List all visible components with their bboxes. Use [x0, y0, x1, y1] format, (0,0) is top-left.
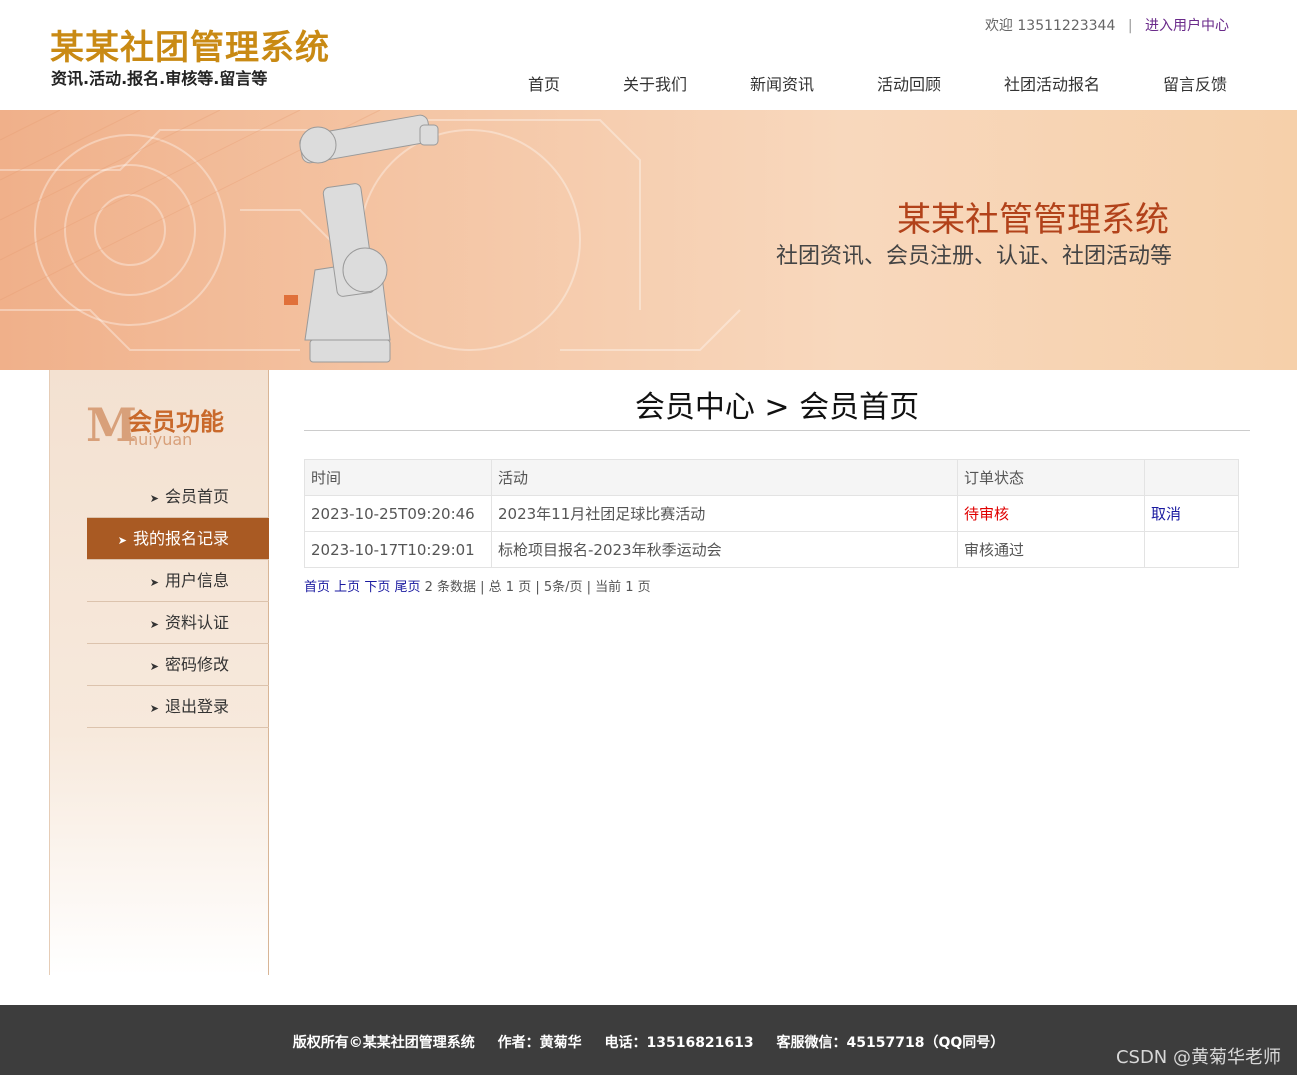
cell-time: 2023-10-17T10:29:01: [304, 531, 492, 568]
column-header-activity: 活动: [491, 459, 958, 496]
banner-subtitle: 社团资讯、会员注册、认证、社团活动等: [775, 244, 1172, 269]
cell-activity: 标枪项目报名-2023年秋季运动会: [491, 531, 958, 568]
table-row: 2023-10-25T09:20:46 2023年11月社团足球比赛活动 待审核…: [304, 495, 1239, 532]
footer-author: 作者：黄菊华: [497, 1035, 582, 1051]
sidebar-item-verification[interactable]: ➤ 资料认证: [87, 602, 269, 644]
table-row: 2023-10-17T10:29:01 标枪项目报名-2023年秋季运动会 审核…: [304, 531, 1239, 568]
sidebar-item-label: 用户信息: [164, 571, 229, 590]
nav-item-feedback[interactable]: 留言反馈: [1163, 71, 1227, 95]
site-logo-title[interactable]: 某某社团管理系统: [50, 20, 330, 69]
cell-action: [1144, 531, 1239, 568]
chevron-right-icon: ➤: [149, 660, 159, 673]
hero-banner: 某某社管管理系统 社团资讯、会员注册、认证、社团活动等: [0, 110, 1297, 370]
footer-info: 版权所有©某某社团管理系统 作者：黄菊华 电话：13516821613 客服微信…: [0, 1032, 1297, 1052]
site-header: 某某社团管理系统 资讯.活动.报名.审核等.留言等 欢迎 13511223344…: [0, 0, 1297, 110]
chevron-right-icon: ➤: [149, 492, 159, 505]
sidebar-heading: M 会员功能 huiyuan: [86, 398, 246, 452]
cell-status: 待审核: [957, 495, 1145, 532]
column-header-status: 订单状态: [957, 459, 1145, 496]
site-footer: 版权所有©某某社团管理系统 作者：黄菊华 电话：13516821613 客服微信…: [0, 1005, 1297, 1075]
pager-last-link[interactable]: 尾页: [394, 580, 420, 595]
sidebar-item-label: 会员首页: [164, 487, 229, 506]
nav-item-home[interactable]: 首页: [528, 71, 560, 95]
sidebar-heading-en: huiyuan: [128, 430, 193, 449]
column-header-action: [1144, 459, 1239, 496]
sidebar-item-label: 我的报名记录: [132, 529, 229, 548]
nav-item-review[interactable]: 活动回顾: [877, 71, 941, 95]
footer-copyright: 版权所有©某某社团管理系统: [292, 1035, 475, 1051]
signup-records-table: 时间 活动 订单状态 2023-10-25T09:20:46 2023年11月社…: [304, 459, 1239, 568]
robot-arm-image: [284, 114, 439, 363]
csdn-watermark: CSDN @黄菊华老师: [1115, 1047, 1281, 1068]
sidebar-item-user-info[interactable]: ➤ 用户信息: [87, 560, 269, 602]
sidebar-item-label: 退出登录: [164, 697, 229, 716]
table-header-row: 时间 活动 订单状态: [304, 459, 1239, 496]
pager-first-link[interactable]: 首页: [304, 580, 330, 595]
sidebar-item-member-home[interactable]: ➤ 会员首页: [87, 476, 269, 518]
sidebar-item-label: 密码修改: [164, 655, 229, 674]
cell-time: 2023-10-25T09:20:46: [304, 495, 492, 532]
sidebar-item-password[interactable]: ➤ 密码修改: [87, 644, 269, 686]
nav-item-signup[interactable]: 社团活动报名: [1004, 71, 1100, 95]
main-nav: 首页 关于我们 新闻资讯 活动回顾 社团活动报名 留言反馈: [0, 71, 1297, 95]
cell-activity: 2023年11月社团足球比赛活动: [491, 495, 958, 532]
chevron-right-icon: ➤: [149, 702, 159, 715]
main-content: 会员中心 > 会员首页 时间 活动 订单状态 2023-10-25T09:20:…: [304, 370, 1250, 595]
page-title: 会员中心 > 会员首页: [304, 370, 1250, 431]
sidebar-item-logout[interactable]: ➤ 退出登录: [87, 686, 269, 728]
user-topbar: 欢迎 13511223344 | 进入用户中心: [985, 15, 1229, 35]
member-sidebar: M 会员功能 huiyuan ➤ 会员首页 ➤ 我的报名记录 ➤ 用户信息 ➤ 资料认证…: [49, 370, 269, 975]
pagination: 首页 上页 下页 尾页 2 条数据 | 总 1 页 | 5条/页 | 当前 1 …: [304, 576, 651, 595]
sidebar-item-my-signups[interactable]: ➤ 我的报名记录: [87, 518, 269, 560]
pager-summary: 2 条数据 | 总 1 页 | 5条/页 | 当前 1 页: [424, 580, 651, 595]
nav-item-about[interactable]: 关于我们: [623, 71, 687, 95]
cancel-signup-link[interactable]: 取消: [1144, 495, 1239, 532]
banner-title: 某某社管管理系统: [897, 200, 1169, 240]
chevron-right-icon: ➤: [117, 534, 127, 547]
chevron-right-icon: ➤: [149, 618, 159, 631]
cell-status: 审核通过: [957, 531, 1145, 568]
user-center-link[interactable]: 进入用户中心: [1145, 18, 1229, 34]
sidebar-menu: ➤ 会员首页 ➤ 我的报名记录 ➤ 用户信息 ➤ 资料认证 ➤ 密码修改 ➤ 退出登录: [87, 476, 269, 728]
topbar-separator: |: [1127, 18, 1133, 34]
pager-next-link[interactable]: 下页: [364, 580, 390, 595]
footer-phone: 电话：13516821613: [604, 1035, 754, 1051]
nav-item-news[interactable]: 新闻资讯: [750, 71, 814, 95]
sidebar-item-label: 资料认证: [164, 613, 229, 632]
pager-prev-link[interactable]: 上页: [334, 580, 360, 595]
chevron-right-icon: ➤: [149, 576, 159, 589]
welcome-text: 欢迎 13511223344: [984, 18, 1116, 34]
footer-wechat: 客服微信：45157718（QQ同号）: [776, 1035, 1005, 1051]
column-header-time: 时间: [304, 459, 492, 496]
